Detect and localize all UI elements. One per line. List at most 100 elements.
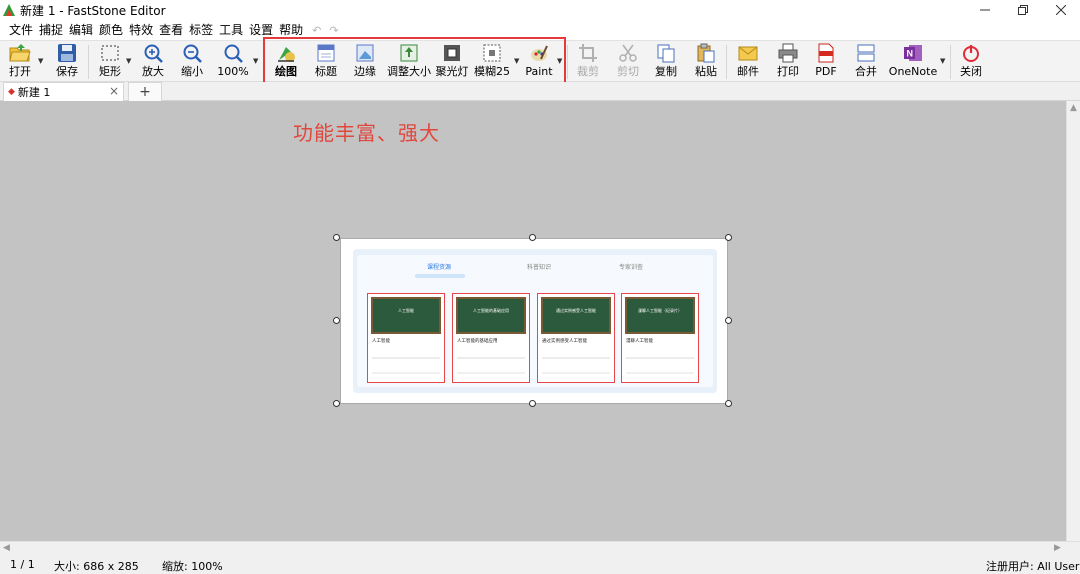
- resize-handle[interactable]: [725, 317, 732, 324]
- zoom-in-button[interactable]: 放大: [139, 42, 167, 82]
- window-title: 新建 1 - FastStone Editor: [20, 3, 166, 18]
- restore-button[interactable]: [1004, 0, 1042, 20]
- menu-tools[interactable]: 工具: [216, 20, 246, 40]
- resize-handle[interactable]: [333, 400, 340, 407]
- card-meta: [626, 372, 694, 374]
- toolbar-separator: [567, 45, 568, 79]
- screenshot-tab: 科普知识: [527, 264, 552, 271]
- pdf-button[interactable]: PDF: [812, 42, 840, 82]
- close-icon: [1056, 5, 1066, 15]
- menu-capture[interactable]: 捕捉: [36, 20, 66, 40]
- tab-document[interactable]: ◆ 新建 1 ×: [3, 82, 124, 101]
- registered-user: 注册用户: All User: [986, 560, 1080, 573]
- resize-handle[interactable]: [725, 234, 732, 241]
- image-size: 大小: 686 x 285: [54, 560, 139, 573]
- card-meta: [457, 372, 525, 374]
- cut-button[interactable]: 剪切: [614, 42, 642, 82]
- course-card: 通过实例感受人工智能 通过实例感受人工智能: [537, 293, 615, 383]
- onenote-icon: N: [904, 45, 922, 61]
- menu-view[interactable]: 查看: [156, 20, 186, 40]
- power-icon: [963, 45, 979, 62]
- rectangle-select-button[interactable]: 矩形: [95, 42, 125, 82]
- resize-handle[interactable]: [529, 400, 536, 407]
- scroll-up-icon[interactable]: ▲: [1070, 103, 1077, 113]
- canvas-image[interactable]: 课程资源 科普知识 专家训查 人工智能 人工智能 人工智能的基础应用 人工智能的…: [340, 238, 728, 404]
- rect-dropdown-icon[interactable]: ▼: [126, 57, 131, 65]
- close-window-button[interactable]: [1042, 0, 1080, 20]
- zoom-100-button[interactable]: 100%: [217, 42, 249, 82]
- merge-icon: [857, 44, 875, 62]
- resize-handle[interactable]: [725, 400, 732, 407]
- open-button[interactable]: 打开: [6, 42, 34, 82]
- zoom-in-icon: [144, 44, 163, 63]
- screenshot-tab: 课程资源: [427, 264, 452, 271]
- zoom-actual-size-icon: [224, 44, 243, 63]
- toolbar-separator: [88, 45, 89, 79]
- zoom-dropdown-icon[interactable]: ▼: [253, 57, 258, 65]
- save-disk-icon: [58, 44, 76, 62]
- resize-handle[interactable]: [333, 317, 340, 324]
- resize-handle[interactable]: [529, 234, 536, 241]
- copy-button[interactable]: 复制: [652, 42, 680, 82]
- menu-edit[interactable]: 编辑: [66, 20, 96, 40]
- menu-tabs[interactable]: 标签: [186, 20, 216, 40]
- card-desc: [542, 357, 610, 359]
- paste-button[interactable]: 粘贴: [692, 42, 720, 82]
- toolbar-separator: [726, 45, 727, 79]
- course-card: 漫聊人工智能（纪录片） 漫聊人工智能: [621, 293, 699, 383]
- blackboard-thumbnail: 人工智能: [371, 297, 441, 334]
- vertical-scrollbar[interactable]: ▲: [1066, 101, 1080, 541]
- card-title: 人工智能: [372, 339, 390, 344]
- zoom-status: 缩放: 100%: [162, 560, 223, 573]
- rectangle-select-icon: [101, 45, 119, 61]
- close-document-button[interactable]: 关闭: [957, 42, 985, 82]
- card-desc: [372, 357, 440, 359]
- screenshot-content: 课程资源 科普知识 专家训查 人工智能 人工智能 人工智能的基础应用 人工智能的…: [357, 255, 713, 387]
- blackboard-thumbnail: 人工智能的基础应用: [456, 297, 526, 334]
- screenshot-tab: 专家训查: [619, 264, 644, 271]
- print-button[interactable]: 打印: [774, 42, 802, 82]
- card-title: 通过实例感受人工智能: [542, 339, 587, 344]
- card-desc: [626, 357, 694, 359]
- redo-icon[interactable]: ↷: [329, 24, 338, 37]
- course-card: 人工智能的基础应用 人工智能的基础应用: [452, 293, 530, 383]
- resize-handle[interactable]: [333, 234, 340, 241]
- open-folder-icon: [9, 44, 31, 62]
- menu-file[interactable]: 文件: [6, 20, 36, 40]
- blackboard-thumbnail: 通过实例感受人工智能: [541, 297, 611, 334]
- tab-label: 新建 1: [17, 86, 51, 99]
- zoom-out-button[interactable]: 缩小: [178, 42, 206, 82]
- onenote-dropdown-icon[interactable]: ▼: [940, 57, 945, 65]
- modified-dot-icon: ◆: [8, 87, 15, 97]
- undo-icon[interactable]: ↶: [312, 24, 321, 37]
- minimize-button[interactable]: [966, 0, 1004, 20]
- scroll-right-icon[interactable]: ▶: [1054, 543, 1061, 553]
- menu-color[interactable]: 颜色: [96, 20, 126, 40]
- tab-bar: ◆ 新建 1 × +: [0, 82, 1080, 101]
- screenshot-tab-indicator: [415, 274, 465, 278]
- crop-button[interactable]: 裁剪: [574, 42, 602, 82]
- menu-effects[interactable]: 特效: [126, 20, 156, 40]
- scissors-icon: [619, 44, 637, 62]
- merge-button[interactable]: 合并: [852, 42, 880, 82]
- toolbar-separator: [950, 45, 951, 79]
- screenshot-panel: 课程资源 科普知识 专家训查 人工智能 人工智能 人工智能的基础应用 人工智能的…: [353, 249, 717, 393]
- scroll-left-icon[interactable]: ◀: [3, 543, 10, 553]
- title-bar: 新建 1 - FastStone Editor: [0, 0, 1080, 20]
- onenote-button[interactable]: N OneNote: [888, 42, 938, 82]
- app-logo-icon: [3, 4, 15, 16]
- mail-button[interactable]: 邮件: [734, 42, 762, 82]
- add-tab-button[interactable]: +: [128, 82, 162, 101]
- crop-icon: [579, 44, 597, 62]
- board-title: 人工智能: [398, 308, 414, 313]
- blackboard-thumbnail: 漫聊人工智能（纪录片）: [625, 297, 695, 334]
- tab-close-icon[interactable]: ×: [109, 84, 119, 98]
- copy-icon: [657, 44, 675, 63]
- open-dropdown-icon[interactable]: ▼: [38, 57, 43, 65]
- annotation-text: 功能丰富、强大: [293, 121, 440, 145]
- course-card: 人工智能 人工智能: [367, 293, 445, 383]
- horizontal-scrollbar[interactable]: ◀ ▶: [0, 541, 1080, 555]
- zoom-out-icon: [183, 44, 202, 63]
- card-title: 人工智能的基础应用: [457, 339, 498, 344]
- save-button[interactable]: 保存: [53, 42, 81, 82]
